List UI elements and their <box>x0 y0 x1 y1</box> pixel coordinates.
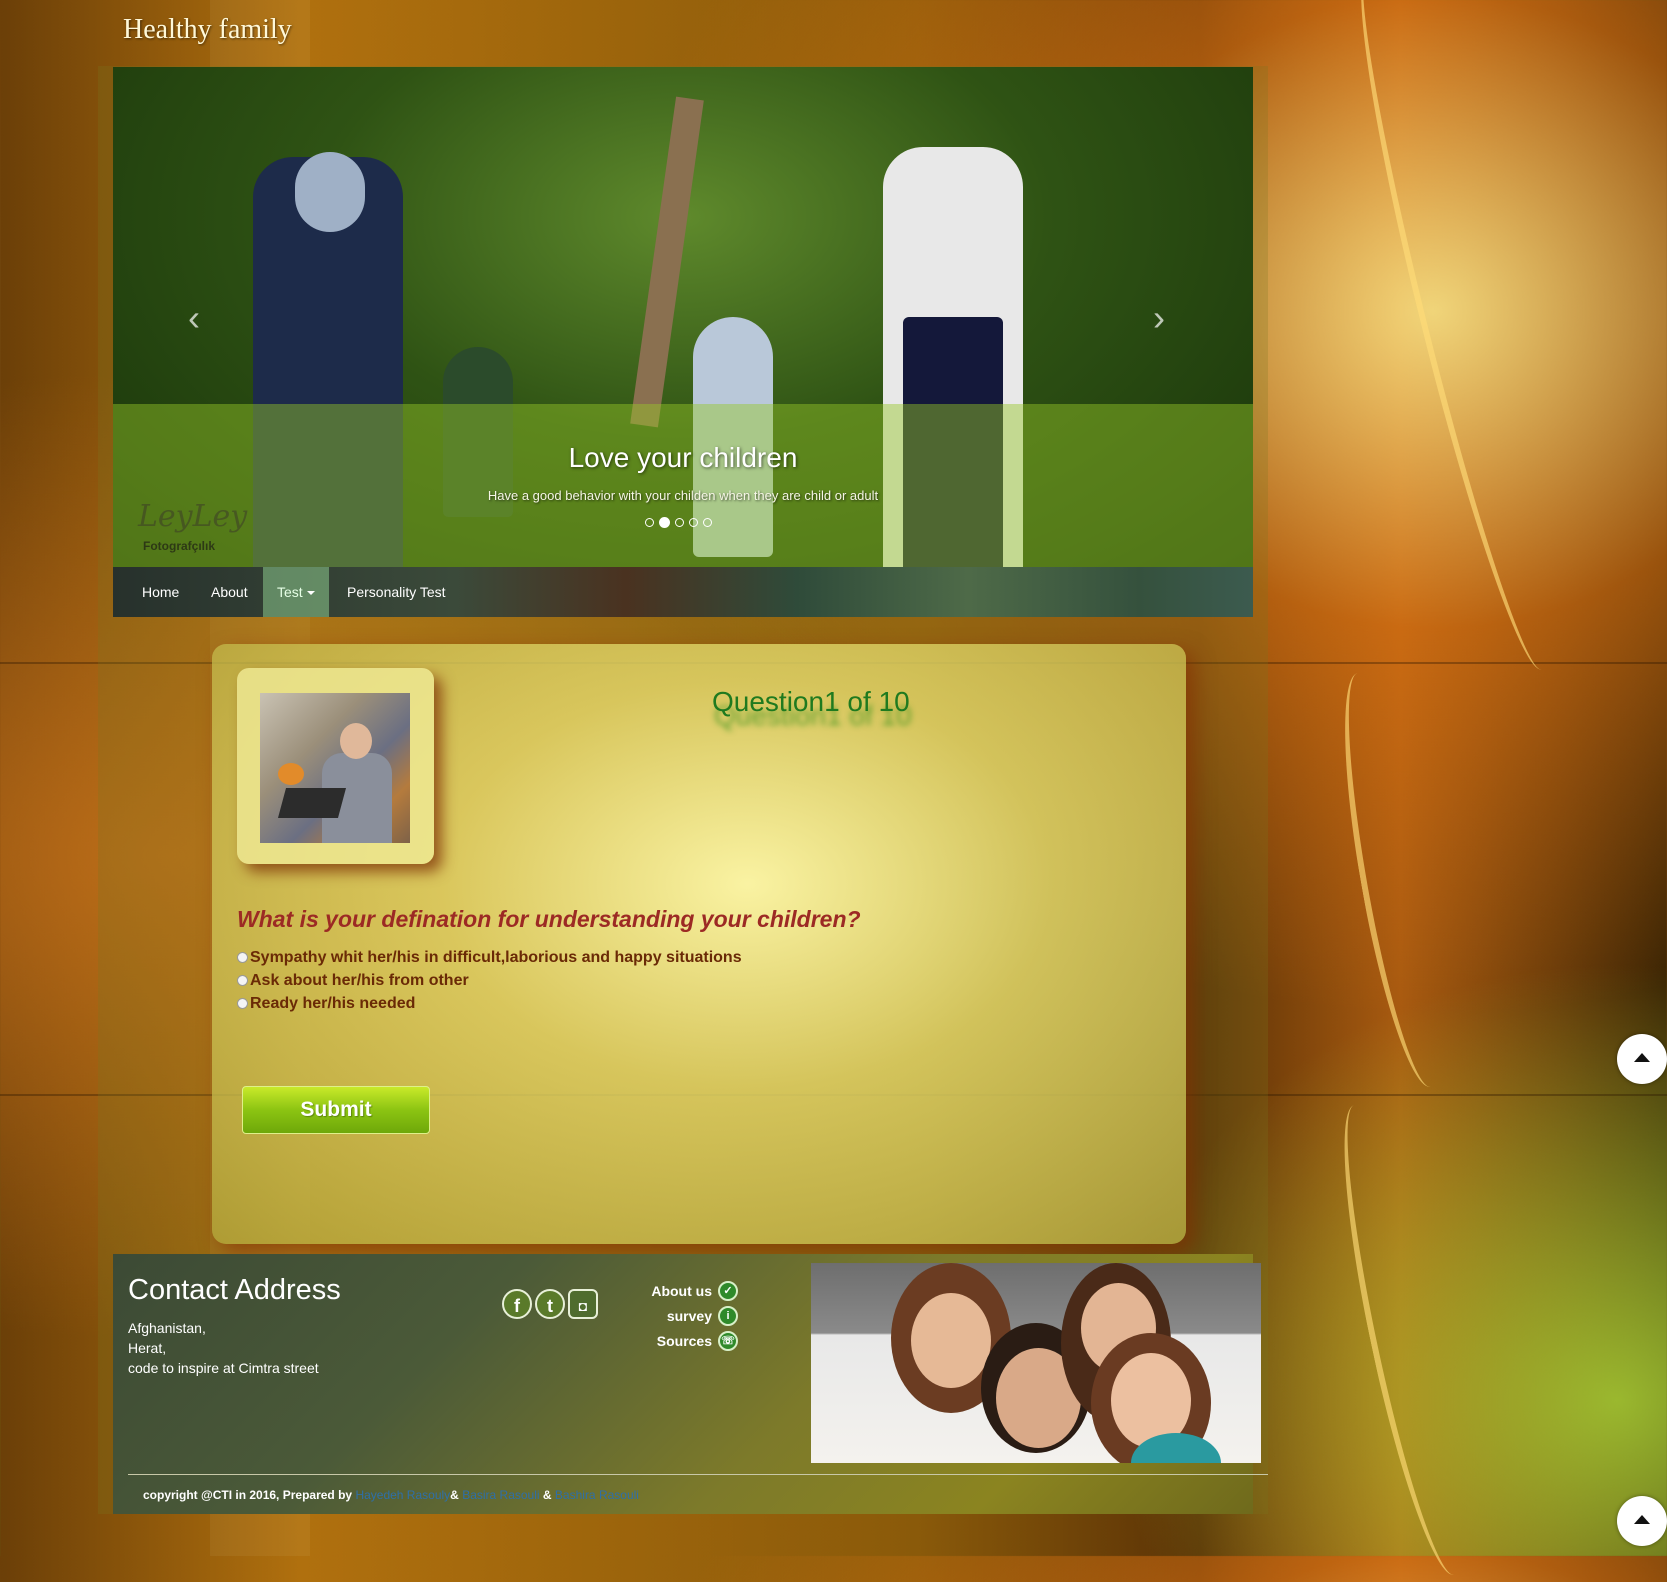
instagram-icon[interactable]: ◘ <box>568 1289 598 1319</box>
answer-option-label: Ask about her/his from other <box>250 971 469 989</box>
question-counter: Question1 of 10 <box>712 686 910 717</box>
footer-link-label: About us <box>651 1282 712 1299</box>
site-title[interactable]: Healthy family <box>123 14 292 46</box>
footer-link-label: Sources <box>656 1332 712 1349</box>
author-link[interactable]: Basira Rasouli <box>462 1488 539 1502</box>
chevron-right-icon[interactable]: › <box>1153 297 1165 339</box>
answer-option-label: Ready her/his needed <box>250 994 416 1012</box>
image-detail <box>278 763 304 785</box>
copyright-text: copyright @CTI in 2016, Prepared by <box>143 1488 356 1502</box>
background-swirl <box>1325 667 1463 1093</box>
address-line: Herat, <box>128 1340 167 1356</box>
family-photo <box>811 1263 1261 1463</box>
photo-watermark: LeyLey <box>138 499 248 534</box>
carousel-indicator-active[interactable] <box>659 517 670 528</box>
info-icon: i <box>718 1305 738 1326</box>
nav-about[interactable]: About <box>197 567 262 617</box>
carousel-indicator[interactable] <box>689 518 698 527</box>
nav-personality-test[interactable]: Personality Test <box>333 567 460 617</box>
carousel-indicator[interactable] <box>703 518 712 527</box>
social-links: f t ◘ <box>502 1289 598 1319</box>
radio-button[interactable] <box>237 998 248 1009</box>
hero-carousel: LeyLey Fotografçılık Love your children … <box>113 67 1253 567</box>
scroll-to-top-button[interactable] <box>1617 1496 1667 1546</box>
question-image <box>260 693 410 843</box>
footer-link-about-us[interactable]: About us ✓ <box>613 1278 738 1303</box>
carousel-caption-title: Love your children <box>568 442 798 473</box>
phone-icon: ☏ <box>718 1330 738 1351</box>
copyright: copyright @CTI in 2016, Prepared by Haye… <box>143 1488 639 1502</box>
facebook-icon[interactable]: f <box>502 1289 532 1319</box>
answer-option[interactable]: Ask about her/his from other <box>237 969 742 992</box>
photo-detail <box>911 1293 991 1388</box>
answer-option[interactable]: Sympathy whit her/his in difficult,labor… <box>237 946 742 969</box>
answer-option-label: Sympathy whit her/his in difficult,labor… <box>250 948 742 966</box>
address-line: code to inspire at Cimtra street <box>128 1360 319 1376</box>
question-text: What is your defination for understandin… <box>237 906 861 932</box>
thumbs-up-icon: ✓ <box>718 1280 738 1301</box>
footer-links: About us ✓ survey i Sources ☏ <box>613 1278 738 1353</box>
carousel-indicators <box>645 517 712 528</box>
separator: & <box>450 1488 459 1502</box>
address-line: Afghanistan, <box>128 1320 206 1336</box>
background-swirl <box>1321 1098 1487 1582</box>
carousel-indicator[interactable] <box>645 518 654 527</box>
nav-home[interactable]: Home <box>128 567 193 617</box>
photo-watermark-sub: Fotografçılık <box>143 539 216 553</box>
question-panel: Question1 of 10 What is your defination … <box>212 644 1186 1244</box>
contact-address: Afghanistan, Herat, code to inspire at C… <box>128 1318 319 1378</box>
contact-title: Contact Address <box>128 1274 341 1306</box>
answer-option[interactable]: Ready her/his needed <box>237 992 742 1015</box>
image-detail <box>277 788 347 818</box>
caret-down-icon <box>306 591 315 596</box>
footer-link-sources[interactable]: Sources ☏ <box>613 1328 738 1353</box>
main-navbar: Home About Test Personality Test <box>113 567 1253 617</box>
footer-divider <box>128 1474 1268 1475</box>
chevron-left-icon[interactable]: ‹ <box>188 297 200 339</box>
nav-test-dropdown[interactable]: Test <box>263 567 329 617</box>
submit-button[interactable]: Submit <box>242 1086 430 1134</box>
carousel-image-figure <box>295 152 365 232</box>
radio-button[interactable] <box>237 975 248 986</box>
scroll-to-top-button[interactable] <box>1617 1034 1667 1084</box>
separator: & <box>542 1488 552 1502</box>
author-link[interactable]: Bashira Rasouli <box>555 1488 639 1502</box>
carousel-caption-text: Have a good behavior with your childen w… <box>487 488 879 503</box>
background-swirl <box>1334 0 1574 678</box>
footer: Contact Address Afghanistan, Herat, code… <box>113 1254 1268 1514</box>
twitter-icon[interactable]: t <box>535 1289 565 1319</box>
footer-link-label: survey <box>666 1307 712 1324</box>
carousel-indicator[interactable] <box>675 518 684 527</box>
footer-link-survey[interactable]: survey i <box>613 1303 738 1328</box>
question-image-card <box>237 668 434 864</box>
answer-options: Sympathy whit her/his in difficult,labor… <box>237 946 742 1015</box>
radio-button[interactable] <box>237 952 248 963</box>
caption-overlay <box>113 404 1253 567</box>
image-detail <box>340 723 372 759</box>
nav-test-label: Test <box>277 584 303 600</box>
author-link[interactable]: Hayedeh Rasouly <box>355 1488 450 1502</box>
